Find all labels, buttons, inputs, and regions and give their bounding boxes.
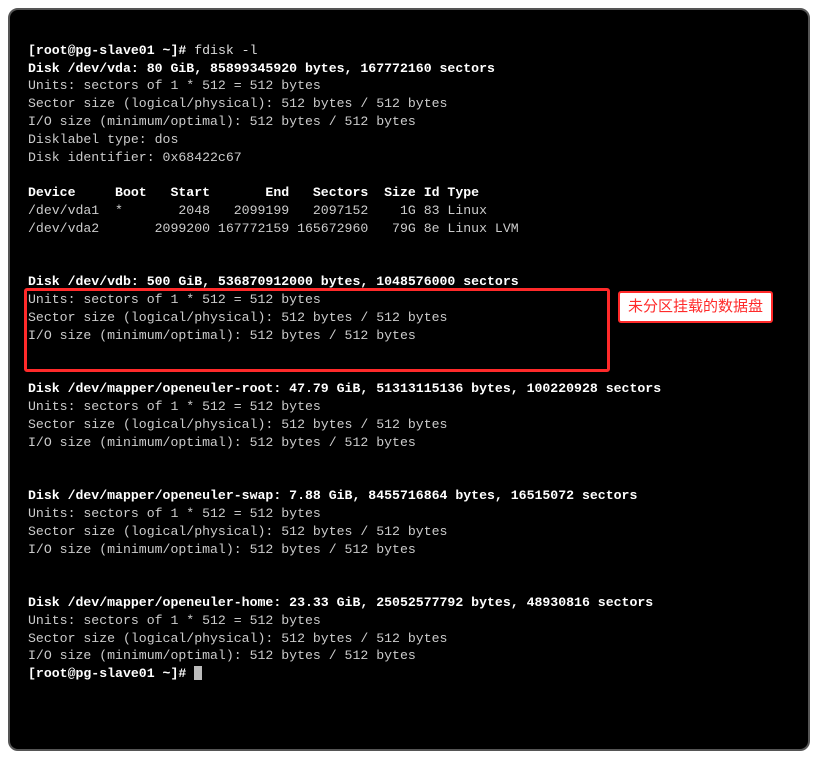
disk-vdb-units: Units: sectors of 1 * 512 = 512 bytes [28,292,321,307]
disk-vdb-header: Disk /dev/vdb: 500 GiB, 536870912000 byt… [28,274,519,289]
disk-vdb-sector: Sector size (logical/physical): 512 byte… [28,310,447,325]
disk-mapper-home-units: Units: sectors of 1 * 512 = 512 bytes [28,613,321,628]
disk-mapper-root-units: Units: sectors of 1 * 512 = 512 bytes [28,399,321,414]
highlight-label: 未分区挂载的数据盘 [618,291,773,323]
prompt-line-2: [root@pg-slave01 ~]# [28,666,194,681]
disk-vda-io: I/O size (minimum/optimal): 512 bytes / … [28,114,416,129]
disk-vdb-io: I/O size (minimum/optimal): 512 bytes / … [28,328,416,343]
partition-table-header: Device Boot Start End Sectors Size Id Ty… [28,185,479,200]
partition-row: /dev/vda1 * 2048 2099199 2097152 1G 83 L… [28,203,487,218]
disk-mapper-home-io: I/O size (minimum/optimal): 512 bytes / … [28,648,416,663]
disk-mapper-root-io: I/O size (minimum/optimal): 512 bytes / … [28,435,416,450]
disk-mapper-swap-sector: Sector size (logical/physical): 512 byte… [28,524,447,539]
terminal-output[interactable]: [root@pg-slave01 ~]# fdisk -l Disk /dev/… [14,14,804,745]
disk-mapper-swap-header: Disk /dev/mapper/openeuler-swap: 7.88 Gi… [28,488,637,503]
cursor [194,666,202,680]
command-text: fdisk -l [194,43,257,58]
disk-mapper-swap-io: I/O size (minimum/optimal): 512 bytes / … [28,542,416,557]
disk-vda-diskid: Disk identifier: 0x68422c67 [28,150,242,165]
disk-mapper-root-sector: Sector size (logical/physical): 512 byte… [28,417,447,432]
disk-mapper-swap-units: Units: sectors of 1 * 512 = 512 bytes [28,506,321,521]
disk-mapper-home-header: Disk /dev/mapper/openeuler-home: 23.33 G… [28,595,653,610]
disk-vda-units: Units: sectors of 1 * 512 = 512 bytes [28,78,321,93]
disk-vda-disklabel: Disklabel type: dos [28,132,178,147]
disk-vda-sector: Sector size (logical/physical): 512 byte… [28,96,447,111]
partition-row: /dev/vda2 2099200 167772159 165672960 79… [28,221,519,236]
disk-mapper-home-sector: Sector size (logical/physical): 512 byte… [28,631,447,646]
disk-vda-header: Disk /dev/vda: 80 GiB, 85899345920 bytes… [28,61,495,76]
terminal-window: [root@pg-slave01 ~]# fdisk -l Disk /dev/… [8,8,810,751]
disk-mapper-root-header: Disk /dev/mapper/openeuler-root: 47.79 G… [28,381,661,396]
prompt-line-1: [root@pg-slave01 ~]# fdisk -l [28,43,258,58]
